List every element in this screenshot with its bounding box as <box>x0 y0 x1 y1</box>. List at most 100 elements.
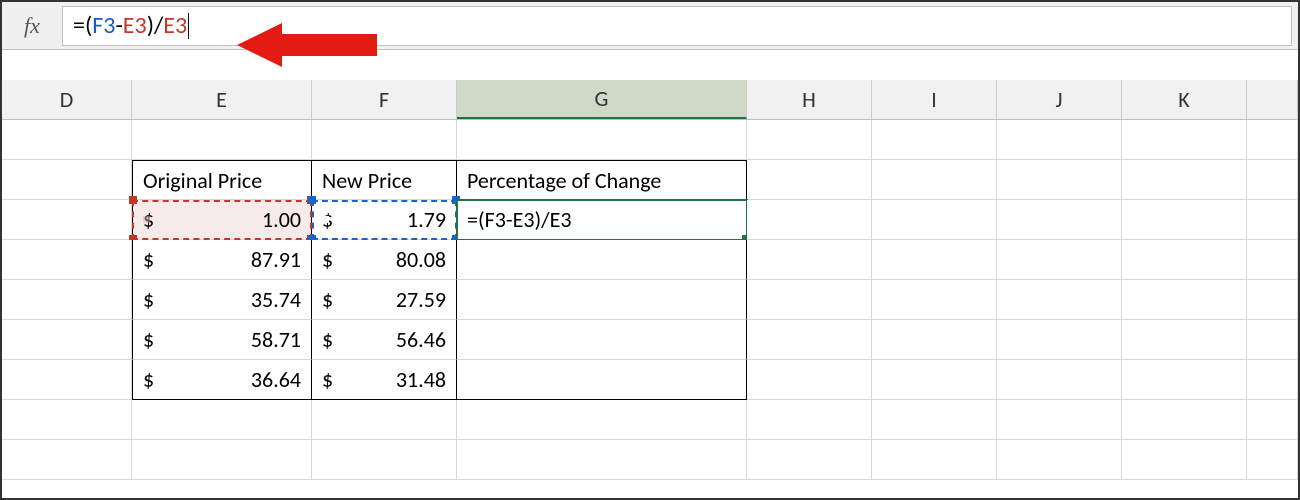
cell-f3[interactable]: $ 1.79 <box>312 200 457 240</box>
cell[interactable] <box>997 160 1122 200</box>
cell[interactable] <box>747 120 872 160</box>
cell[interactable] <box>872 280 997 320</box>
cell-f7[interactable]: $ 31.48 <box>312 360 457 400</box>
cell-e4[interactable]: $ 87.91 <box>132 240 312 280</box>
cell[interactable] <box>132 120 312 160</box>
cell[interactable] <box>2 440 132 480</box>
cell[interactable] <box>1247 320 1298 360</box>
cell[interactable] <box>2 360 132 400</box>
cell-value: 58.71 <box>162 326 301 353</box>
cell-header-new-price[interactable]: New Price <box>312 160 457 200</box>
col-header-e[interactable]: E <box>132 80 312 119</box>
cell[interactable] <box>997 440 1122 480</box>
fx-icon[interactable]: fx <box>2 13 62 39</box>
cell[interactable] <box>747 360 872 400</box>
cell[interactable] <box>2 120 132 160</box>
cell-e7[interactable]: $ 36.64 <box>132 360 312 400</box>
cell[interactable] <box>747 280 872 320</box>
cell-value: 56.46 <box>341 326 446 353</box>
cell[interactable] <box>872 120 997 160</box>
cell-g7[interactable] <box>457 360 747 400</box>
cell[interactable] <box>1247 360 1298 400</box>
cell-f6[interactable]: $ 56.46 <box>312 320 457 360</box>
cell[interactable] <box>747 320 872 360</box>
cell[interactable] <box>1247 280 1298 320</box>
cell[interactable] <box>872 400 997 440</box>
cell-g3-editing[interactable]: =(F3-E3)/E3 <box>457 200 747 240</box>
col-header-j[interactable]: J <box>997 80 1122 119</box>
cell[interactable] <box>132 440 312 480</box>
cell[interactable] <box>1122 240 1247 280</box>
cell[interactable] <box>1122 440 1247 480</box>
cell-header-percentage[interactable]: Percentage of Change <box>457 160 747 200</box>
cell[interactable] <box>312 400 457 440</box>
cell[interactable] <box>312 120 457 160</box>
cell[interactable] <box>997 280 1122 320</box>
cell[interactable] <box>1247 120 1298 160</box>
cell[interactable] <box>2 240 132 280</box>
cell-e3[interactable]: $ 1.00 <box>132 200 312 240</box>
cell-g6[interactable] <box>457 320 747 360</box>
formula-div: / <box>154 11 163 40</box>
cell[interactable] <box>997 200 1122 240</box>
cell-header-original-price[interactable]: Original Price <box>132 160 312 200</box>
col-header-h[interactable]: H <box>747 80 872 119</box>
spreadsheet-grid[interactable]: Original Price New Price Percentage of C… <box>2 120 1298 480</box>
cell[interactable] <box>2 280 132 320</box>
cell[interactable] <box>2 320 132 360</box>
cell-f5[interactable]: $ 27.59 <box>312 280 457 320</box>
cell[interactable] <box>747 240 872 280</box>
cell[interactable] <box>997 360 1122 400</box>
cell[interactable] <box>997 120 1122 160</box>
cell-g4[interactable] <box>457 240 747 280</box>
cell[interactable] <box>1247 440 1298 480</box>
formula-input[interactable]: =(F3-E3)/E3 <box>62 6 1292 46</box>
cell-f4[interactable]: $ 80.08 <box>312 240 457 280</box>
col-header-k[interactable]: K <box>1122 80 1247 119</box>
cell[interactable] <box>1122 320 1247 360</box>
cell[interactable] <box>2 160 132 200</box>
cell[interactable] <box>997 240 1122 280</box>
cell[interactable] <box>457 400 747 440</box>
col-header-f[interactable]: F <box>312 80 457 119</box>
cell[interactable] <box>747 440 872 480</box>
cell-value: 36.64 <box>162 366 301 393</box>
col-header-i[interactable]: I <box>872 80 997 119</box>
cell[interactable] <box>872 320 997 360</box>
cell[interactable] <box>132 400 312 440</box>
cell-e6[interactable]: $ 58.71 <box>132 320 312 360</box>
cell[interactable] <box>1122 200 1247 240</box>
cell-e5[interactable]: $ 35.74 <box>132 280 312 320</box>
cell[interactable] <box>1122 120 1247 160</box>
cell[interactable] <box>1247 200 1298 240</box>
cell[interactable] <box>1247 400 1298 440</box>
cell[interactable] <box>1122 160 1247 200</box>
cell[interactable] <box>872 360 997 400</box>
cell[interactable] <box>1122 280 1247 320</box>
cell[interactable] <box>747 160 872 200</box>
cell[interactable] <box>1122 400 1247 440</box>
col-header-d[interactable]: D <box>2 80 132 119</box>
grid-row: $ 35.74 $ 27.59 <box>2 280 1298 320</box>
cell[interactable] <box>872 440 997 480</box>
cell[interactable] <box>997 400 1122 440</box>
cell[interactable] <box>2 400 132 440</box>
cell[interactable] <box>747 400 872 440</box>
cell[interactable] <box>872 240 997 280</box>
cell-value: 80.08 <box>341 246 446 273</box>
cell[interactable] <box>997 320 1122 360</box>
cell[interactable] <box>1122 360 1247 400</box>
cell-g5[interactable] <box>457 280 747 320</box>
cell[interactable] <box>312 440 457 480</box>
cell[interactable] <box>457 440 747 480</box>
cell[interactable] <box>747 200 872 240</box>
cell[interactable] <box>457 120 747 160</box>
grid-row <box>2 400 1298 440</box>
col-header-g[interactable]: G <box>457 80 747 119</box>
cell[interactable] <box>872 160 997 200</box>
cell[interactable] <box>872 200 997 240</box>
formula-ref-f3: F3 <box>92 11 115 40</box>
cell[interactable] <box>2 200 132 240</box>
cell[interactable] <box>1247 240 1298 280</box>
cell[interactable] <box>1247 160 1298 200</box>
